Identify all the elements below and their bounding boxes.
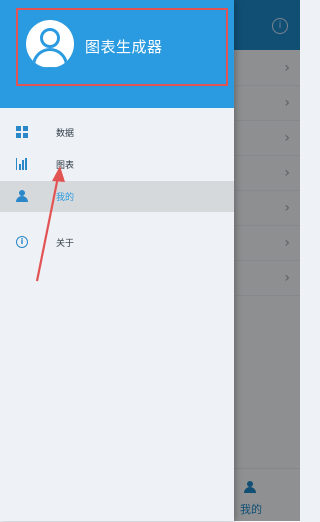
drawer-item-label: 关于 — [56, 239, 75, 249]
avatar[interactable] — [26, 20, 74, 68]
app-title: 图表生成器 — [85, 38, 163, 56]
bar-chart-icon — [16, 158, 28, 170]
drawer-item-data[interactable]: 数据 — [0, 117, 234, 148]
navigation-drawer: 图表生成器 数据 图表 我的 i 关于 — [0, 0, 234, 521]
drawer-item-label: 数据 — [56, 129, 75, 139]
avatar-body — [32, 48, 68, 68]
drawer-item-mine[interactable]: 我的 — [0, 181, 234, 212]
grid-icon — [16, 126, 28, 138]
drawer-item-label: 图表 — [56, 161, 75, 171]
avatar-head — [40, 28, 60, 48]
info-icon: i — [16, 236, 28, 248]
drawer-item-about[interactable]: i 关于 — [0, 227, 234, 258]
drawer-header: 图表生成器 — [0, 0, 234, 108]
drawer-item-chart[interactable]: 图表 — [0, 149, 234, 180]
drawer-item-label: 我的 — [56, 193, 75, 203]
person-icon — [16, 190, 28, 202]
